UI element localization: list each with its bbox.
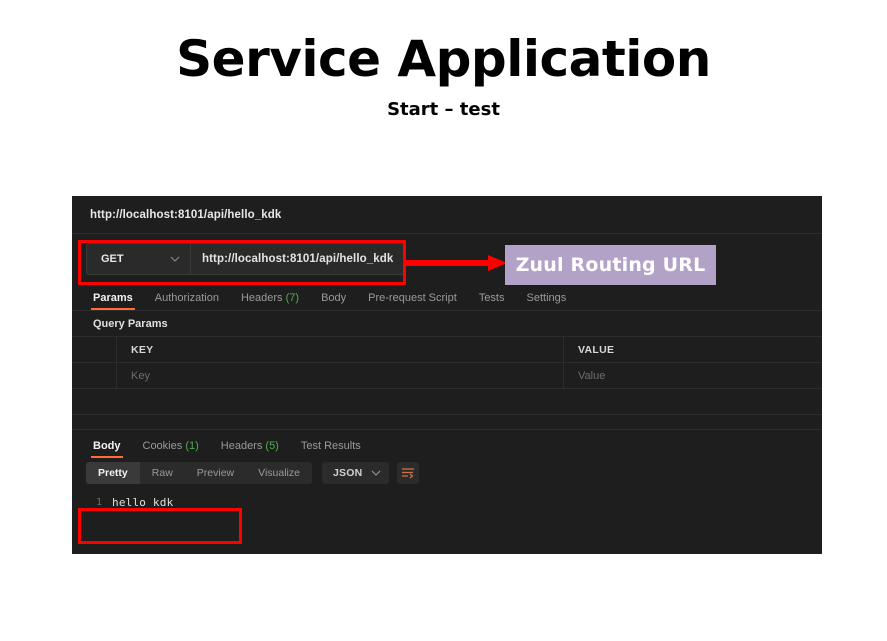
tab-headers[interactable]: Headers (7)	[230, 292, 310, 310]
response-divider	[72, 415, 822, 430]
tab-body[interactable]: Body	[310, 292, 357, 310]
table-row-spacer	[72, 389, 822, 415]
tab-test-results[interactable]: Test Results	[290, 440, 372, 458]
tab-params[interactable]: Params	[82, 292, 144, 310]
checkbox-column-header	[72, 337, 117, 362]
tab-response-headers-label: Headers	[220, 440, 263, 452]
tab-test-results-label: Test Results	[300, 440, 361, 452]
tab-response-headers[interactable]: Headers (5)	[210, 440, 290, 458]
tab-tests[interactable]: Tests	[468, 292, 516, 310]
page-subtitle: Start – test	[387, 99, 500, 120]
response-body-code[interactable]: 1 hello_kdk	[72, 488, 822, 534]
tab-headers-label: Headers	[240, 292, 283, 304]
value-input[interactable]: Value	[564, 363, 822, 388]
table-row[interactable]: Key Value	[72, 363, 822, 389]
request-tab-title[interactable]: http://localhost:8101/api/hello_kdk	[90, 209, 281, 221]
tab-body-label: Body	[321, 292, 347, 304]
tab-headers-count: (7)	[285, 292, 300, 304]
table-header-row: KEY VALUE	[72, 337, 822, 363]
row-checkbox[interactable]	[72, 363, 117, 388]
body-view-toolbar: Pretty Raw Preview Visualize JSON	[72, 458, 822, 488]
http-method-select[interactable]: GET	[87, 244, 191, 274]
view-mode-visualize[interactable]: Visualize	[246, 462, 312, 484]
tab-response-body-label: Body	[93, 440, 121, 452]
body-format-value: JSON	[332, 467, 363, 479]
tab-cookies-label: Cookies	[142, 440, 183, 452]
line-number: 1	[95, 497, 102, 508]
page-title: Service Application	[176, 30, 711, 88]
tab-authorization[interactable]: Authorization	[144, 292, 230, 310]
query-params-section-label: Query Params	[72, 311, 822, 337]
request-subtabs: Params Authorization Headers (7) Body Pr…	[72, 284, 822, 311]
tab-pre-request-script[interactable]: Pre-request Script	[357, 292, 468, 310]
request-tab-bar: http://localhost:8101/api/hello_kdk	[72, 196, 822, 234]
annotation-callout-label: Zuul Routing URL	[515, 254, 706, 276]
tab-settings-label: Settings	[526, 292, 567, 304]
http-method-value: GET	[101, 253, 124, 265]
key-input-placeholder: Key	[131, 369, 150, 382]
tab-cookies-count: (1)	[185, 440, 199, 452]
query-params-table: KEY VALUE Key Value	[72, 337, 822, 415]
view-mode-preview[interactable]: Preview	[185, 462, 246, 484]
tab-settings[interactable]: Settings	[516, 292, 578, 310]
chevron-down-icon	[371, 469, 381, 478]
url-input-value: http://localhost:8101/api/hello_kdk	[202, 253, 394, 265]
chevron-down-icon	[170, 255, 180, 264]
tab-response-body[interactable]: Body	[82, 440, 132, 458]
body-format-select[interactable]: JSON	[321, 462, 390, 484]
tab-tests-label: Tests	[478, 292, 505, 304]
value-column-header: VALUE	[578, 343, 615, 356]
word-wrap-icon[interactable]	[397, 462, 420, 484]
line-content: hello_kdk	[112, 496, 174, 509]
response-tabs: Body Cookies (1) Headers (5) Test Result…	[72, 430, 822, 458]
key-column-header: KEY	[117, 337, 564, 362]
url-input[interactable]: http://localhost:8101/api/hello_kdk	[191, 244, 405, 274]
tab-response-headers-count: (5)	[265, 440, 279, 452]
url-input-group: GET http://localhost:8101/api/hello_kdk	[86, 243, 406, 275]
tab-params-label: Params	[93, 292, 133, 304]
tab-authorization-label: Authorization	[154, 292, 219, 304]
body-view-mode-group: Pretty Raw Preview Visualize	[86, 462, 312, 484]
view-mode-pretty[interactable]: Pretty	[86, 462, 140, 484]
tab-cookies[interactable]: Cookies (1)	[132, 440, 210, 458]
annotation-callout: Zuul Routing URL	[505, 245, 716, 285]
tab-pre-request-script-label: Pre-request Script	[368, 292, 457, 304]
key-input[interactable]: Key	[117, 363, 564, 388]
code-line: 1 hello_kdk	[72, 496, 822, 509]
value-input-placeholder: Value	[578, 369, 606, 382]
view-mode-raw[interactable]: Raw	[140, 462, 185, 484]
